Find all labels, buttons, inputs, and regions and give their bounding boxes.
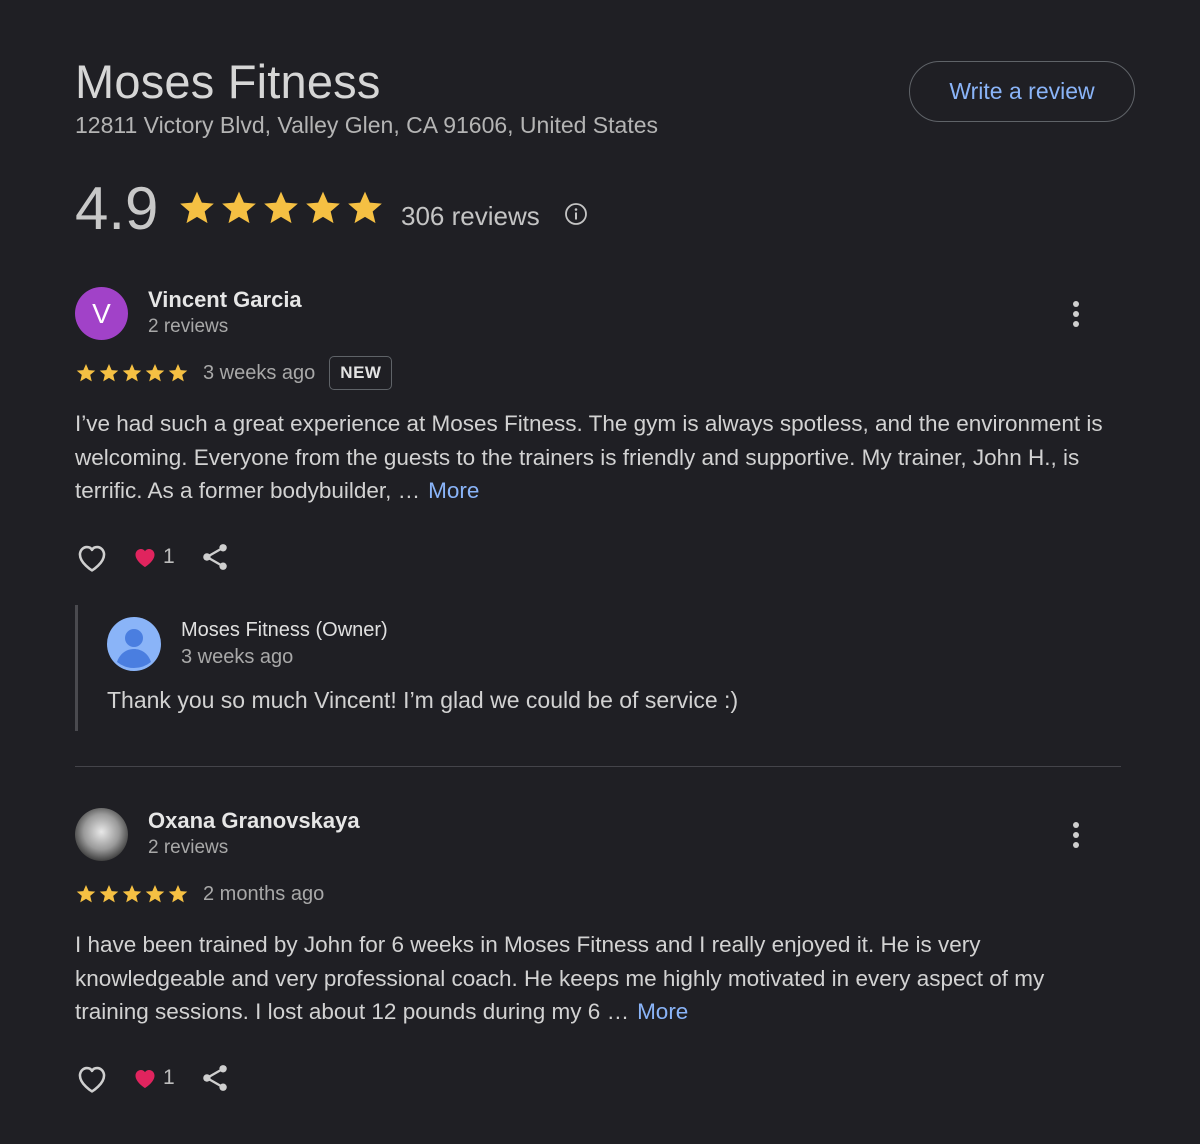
- new-badge: NEW: [329, 356, 393, 390]
- business-name: Moses Fitness: [75, 55, 381, 108]
- avatar[interactable]: [75, 808, 128, 861]
- heart-outline-icon[interactable]: [75, 541, 109, 573]
- reviewer-review-count: 2 reviews: [148, 837, 229, 858]
- owner-reply: Moses Fitness (Owner) 3 weeks ago Thank …: [75, 605, 1075, 731]
- review-rating-row: 3 weeks ago NEW: [75, 355, 393, 391]
- more-vert-icon[interactable]: [1064, 820, 1088, 850]
- review-stars: [75, 362, 189, 384]
- more-vert-icon[interactable]: [1064, 299, 1088, 329]
- more-link[interactable]: More: [428, 478, 479, 503]
- star-icon: [122, 364, 142, 382]
- star-icon: [264, 191, 298, 224]
- reviewer-name[interactable]: Oxana Granovskaya: [148, 808, 360, 834]
- star-icon: [306, 191, 340, 224]
- star-icon: [222, 191, 256, 224]
- divider: [75, 766, 1121, 767]
- owner-name: Moses Fitness (Owner): [181, 619, 388, 641]
- write-review-button[interactable]: Write a review: [909, 61, 1135, 122]
- review-body: I’ve had such a great experience at Mose…: [75, 411, 1103, 503]
- star-icon: [348, 191, 382, 224]
- star-icon: [122, 885, 142, 903]
- review-rating-row: 2 months ago: [75, 876, 324, 912]
- review-text: I’ve had such a great experience at Mose…: [75, 407, 1115, 508]
- info-icon[interactable]: [564, 202, 588, 226]
- review-card: V Vincent Garcia 2 reviews 3 weeks ago N…: [75, 287, 1125, 747]
- reaction-count: 1: [163, 545, 175, 568]
- red-heart-icon: [135, 549, 155, 567]
- reviewer-review-count: 2 reviews: [148, 316, 229, 337]
- reaction-count: 1: [163, 1066, 175, 1089]
- star-icon: [168, 885, 188, 903]
- average-rating: 4.9: [75, 175, 159, 242]
- rating-stars: [177, 188, 385, 228]
- star-icon: [76, 885, 96, 903]
- review-actions: 1: [75, 539, 229, 575]
- star-icon: [168, 364, 188, 382]
- review-text: I have been trained by John for 6 weeks …: [75, 928, 1115, 1029]
- share-icon[interactable]: [201, 542, 229, 572]
- owner-reply-time: 3 weeks ago: [181, 646, 294, 668]
- review-body: I have been trained by John for 6 weeks …: [75, 932, 1045, 1024]
- share-icon[interactable]: [201, 1063, 229, 1093]
- star-icon: [76, 364, 96, 382]
- reviewer-name[interactable]: Vincent Garcia: [148, 287, 302, 313]
- review-actions: 1: [75, 1060, 229, 1096]
- avatar[interactable]: V: [75, 287, 128, 340]
- reviews-panel: Moses Fitness 12811 Victory Blvd, Valley…: [0, 0, 1200, 1144]
- heart-outline-icon[interactable]: [75, 1062, 109, 1094]
- review-card: Oxana Granovskaya 2 reviews 2 months ago…: [75, 808, 1125, 1108]
- owner-avatar-icon: [107, 617, 161, 671]
- star-icon: [99, 364, 119, 382]
- star-icon: [145, 885, 165, 903]
- review-stars: [75, 883, 189, 905]
- star-icon: [180, 191, 214, 224]
- review-count: 306 reviews: [401, 201, 540, 231]
- red-heart-icon: [135, 1070, 155, 1088]
- review-time: 3 weeks ago: [203, 361, 316, 384]
- owner-reply-text: Thank you so much Vincent! I’m glad we c…: [107, 687, 739, 713]
- star-icon: [145, 364, 165, 382]
- review-time: 2 months ago: [203, 882, 325, 905]
- star-icon: [99, 885, 119, 903]
- business-address: 12811 Victory Blvd, Valley Glen, CA 9160…: [75, 112, 659, 138]
- more-link[interactable]: More: [637, 999, 688, 1024]
